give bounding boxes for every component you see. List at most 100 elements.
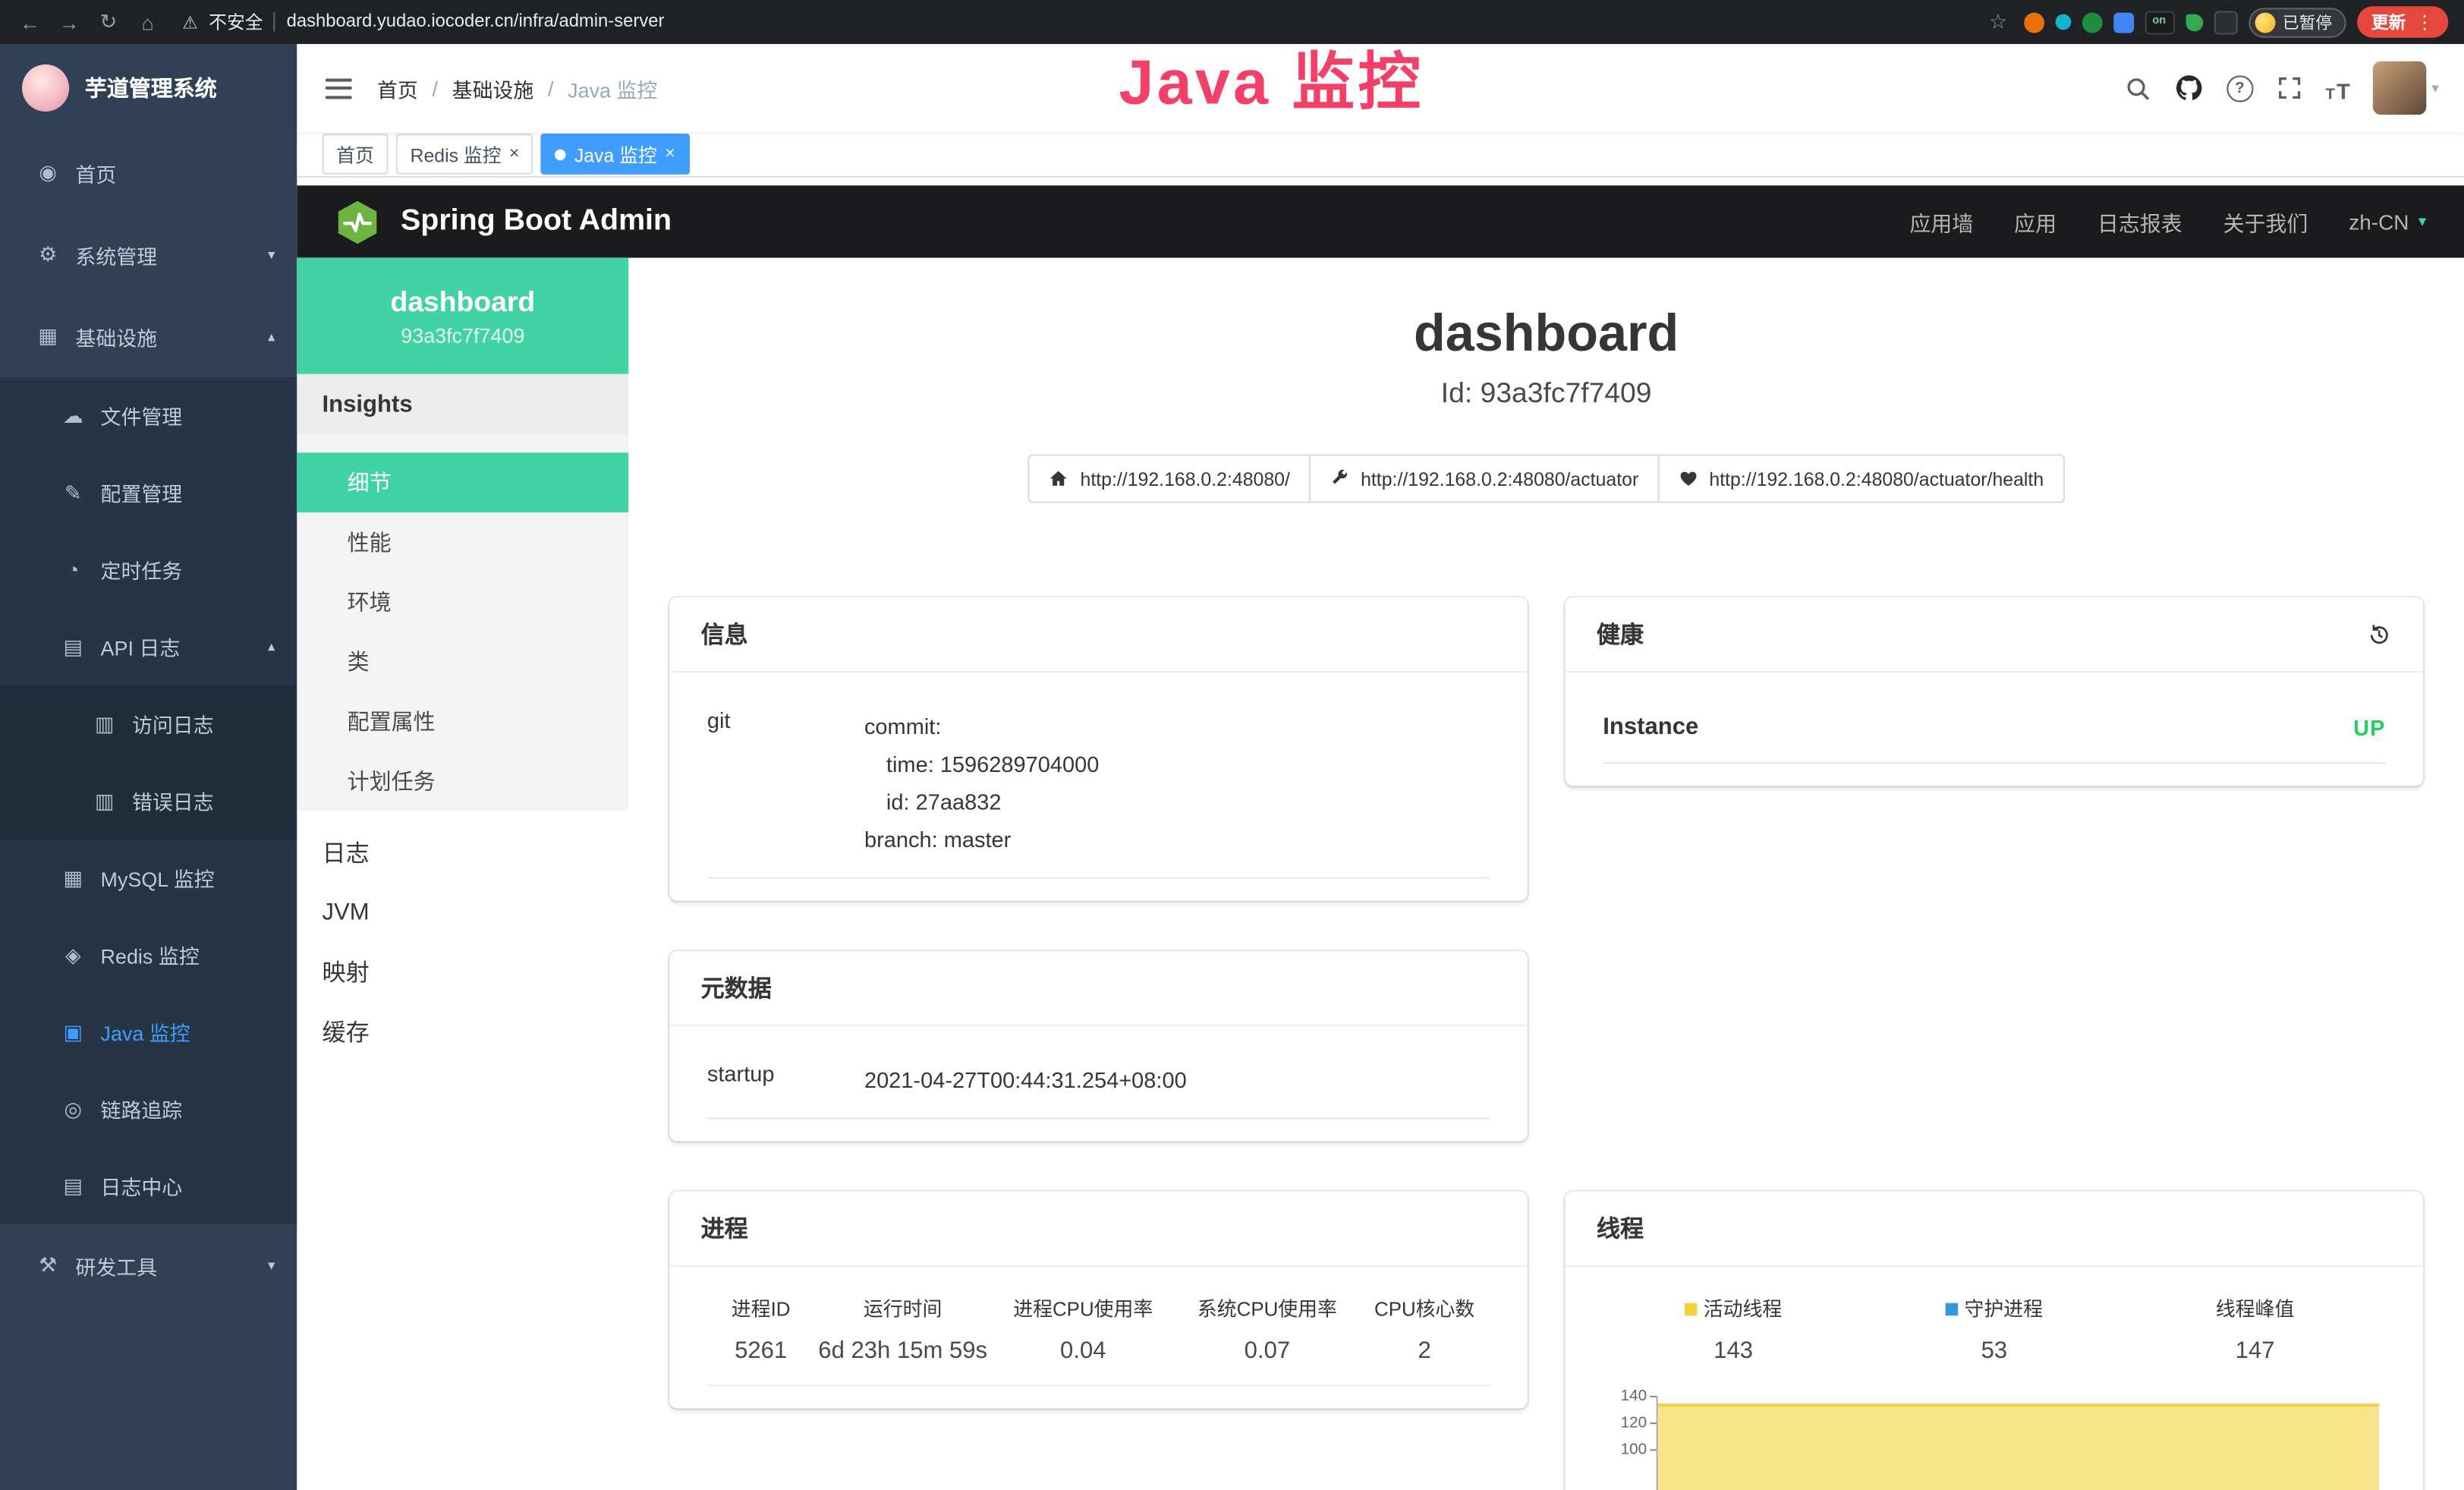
threads-chart: 140 120 100 bbox=[1603, 1383, 2385, 1490]
sidebar-item-home[interactable]: ◉ 首页 bbox=[0, 132, 297, 214]
sidebar-item-label: API 日志 bbox=[101, 632, 181, 661]
search-icon[interactable] bbox=[2124, 72, 2151, 103]
fullscreen-icon[interactable] bbox=[2277, 72, 2302, 103]
update-browser-button[interactable]: 更新 ⋮ bbox=[2357, 6, 2448, 37]
sidebar-item-api-logs[interactable]: ▤ API 日志 ▴ bbox=[0, 608, 297, 685]
process-col-uptime: 运行时间 6d 23h 15m 59s bbox=[814, 1292, 991, 1364]
sba-nav-applications[interactable]: 应用 bbox=[2014, 206, 2056, 237]
sidebar-item-dev-tools[interactable]: ⚒ 研发工具 ▾ bbox=[0, 1224, 297, 1306]
user-menu[interactable]: ▾ bbox=[2374, 61, 2439, 115]
column-header: CPU核心数 bbox=[1359, 1292, 1490, 1321]
back-icon[interactable]: ← bbox=[16, 10, 44, 33]
breadcrumb-home[interactable]: 首页 bbox=[377, 73, 418, 102]
gauge-icon: ◉ bbox=[35, 160, 61, 185]
instance-link-actuator[interactable]: http://192.168.0.2:48080/actuator bbox=[1309, 454, 1659, 502]
sidebar-item-label: 定时任务 bbox=[101, 555, 183, 584]
info-value: commit: time: 1596289704000 id: 27aa832 … bbox=[864, 707, 1099, 858]
locale-selector[interactable]: zh-CN ▾ bbox=[2349, 209, 2426, 233]
card-title: 信息 bbox=[701, 618, 748, 650]
sidebar-item-log-center[interactable]: ▤ 日志中心 bbox=[0, 1148, 297, 1224]
sidebar-item-access-logs[interactable]: ▥ 访问日志 bbox=[0, 685, 297, 762]
legend-text: 线程峰值 bbox=[2216, 1298, 2295, 1320]
metadata-card: 元数据 startup 2021-04-27T00:44:31.254+08:0… bbox=[669, 951, 1528, 1142]
sba-nav-wallboard[interactable]: 应用墙 bbox=[1909, 206, 1973, 237]
reload-icon[interactable]: ↻ bbox=[94, 9, 122, 34]
close-icon[interactable]: × bbox=[665, 145, 675, 164]
sidebar-item-details[interactable]: 细节 bbox=[297, 452, 628, 512]
tab-redis-monitor[interactable]: Redis 监控 × bbox=[396, 134, 533, 175]
app-title: 芋道管理系统 bbox=[85, 72, 217, 103]
tab-home[interactable]: 首页 bbox=[323, 134, 389, 175]
cell-value: 0.04 bbox=[991, 1337, 1175, 1364]
bookmark-star-icon[interactable]: ☆ bbox=[1984, 9, 2012, 34]
extension-icon-green[interactable] bbox=[2082, 12, 2102, 33]
insights-group: 细节 性能 环境 类 配置属性 计划任务 bbox=[297, 434, 628, 811]
tab-label: 首页 bbox=[336, 140, 374, 167]
extensions-puzzle-icon[interactable] bbox=[2214, 10, 2237, 33]
sidebar-item-configprops[interactable]: 配置属性 bbox=[297, 691, 628, 751]
extension-icon-orange[interactable] bbox=[2023, 12, 2044, 33]
update-label: 更新 bbox=[2371, 9, 2406, 34]
sba-brand-title[interactable]: Spring Boot Admin bbox=[401, 204, 672, 239]
sidebar-item-label: 配置管理 bbox=[101, 478, 183, 508]
sba-nav-about[interactable]: 关于我们 bbox=[2223, 206, 2308, 237]
sidebar-item-infrastructure[interactable]: ▦ 基础设施 ▴ bbox=[0, 295, 297, 377]
sidebar-item-jvm[interactable]: JVM bbox=[297, 882, 628, 942]
address-bar[interactable]: ⚠ 不安全 dashboard.yudao.iocoder.cn/infra/a… bbox=[182, 9, 1973, 34]
sidebar-item-scheduled-tasks[interactable]: ◔ 定时任务 bbox=[0, 531, 297, 608]
browser-home-icon[interactable]: ⌂ bbox=[134, 10, 162, 33]
layers-icon: ◈ bbox=[60, 942, 87, 967]
sidebar-item-config-management[interactable]: ✎ 配置管理 bbox=[0, 454, 297, 531]
close-icon[interactable]: × bbox=[509, 145, 519, 164]
sidebar-item-error-logs[interactable]: ▥ 错误日志 bbox=[0, 762, 297, 839]
extension-icon-teal[interactable] bbox=[2055, 14, 2071, 30]
sba-nav-journal[interactable]: 日志报表 bbox=[2097, 206, 2182, 237]
section-insights[interactable]: Insights bbox=[297, 374, 628, 434]
column-header: 系统CPU使用率 bbox=[1175, 1292, 1360, 1321]
sidebar-item-tracing[interactable]: ◎ 链路追踪 bbox=[0, 1070, 297, 1147]
app-logo[interactable]: 芋道管理系统 bbox=[0, 44, 297, 132]
sidebar-item-label: 错误日志 bbox=[132, 786, 214, 815]
help-icon[interactable]: ? bbox=[2226, 72, 2253, 103]
info-card-body: git commit: time: 1596289704000 id: 27aa… bbox=[669, 673, 1528, 900]
sidebar-item-label: 访问日志 bbox=[132, 709, 214, 739]
github-icon[interactable] bbox=[2175, 72, 2203, 103]
extensions-grid-icon[interactable] bbox=[2113, 12, 2133, 33]
sidebar-item-mysql-monitor[interactable]: ▦ MySQL 监控 bbox=[0, 840, 297, 916]
spring-boot-logo-icon bbox=[335, 199, 380, 244]
tab-java-monitor[interactable]: Java 监控 × bbox=[541, 134, 689, 175]
instance-link-health[interactable]: http://192.168.0.2:48080/actuator/health bbox=[1657, 454, 2064, 502]
sidebar-item-metrics[interactable]: 性能 bbox=[297, 512, 628, 572]
instance-header[interactable]: dashboard 93a3fc7f7409 bbox=[297, 258, 628, 374]
sidebar-item-redis-monitor[interactable]: ◈ Redis 监控 bbox=[0, 916, 297, 993]
extension-on-badge-icon[interactable]: on bbox=[2145, 10, 2174, 33]
sidebar-item-label: 日志中心 bbox=[101, 1171, 183, 1201]
chevron-down-icon: ▾ bbox=[268, 246, 275, 263]
sidebar-item-caches[interactable]: 缓存 bbox=[297, 1001, 628, 1061]
legend-col-peak: 线程峰值 147 bbox=[2125, 1292, 2386, 1364]
sidebar-item-classes[interactable]: 类 bbox=[297, 632, 628, 691]
screen: ← → ↻ ⌂ ⚠ 不安全 dashboard.yudao.iocoder.cn… bbox=[0, 0, 2464, 1490]
sidebar-item-loggers[interactable]: 日志 bbox=[297, 822, 628, 882]
caret-down-icon: ▾ bbox=[2418, 213, 2426, 231]
process-col-cores: CPU核心数 2 bbox=[1359, 1292, 1490, 1364]
sidebar-item-label: 链路追踪 bbox=[101, 1094, 183, 1123]
metadata-card-body: startup 2021-04-27T00:44:31.254+08:00 bbox=[669, 1026, 1528, 1141]
profile-paused-badge[interactable]: 已暂停 bbox=[2248, 7, 2346, 36]
font-size-icon[interactable]: TT bbox=[2325, 72, 2349, 103]
sidebar-item-scheduled[interactable]: 计划任务 bbox=[297, 751, 628, 811]
sidebar-item-system-management[interactable]: ⚙ 系统管理 ▾ bbox=[0, 214, 297, 296]
sidebar-item-mappings[interactable]: 映射 bbox=[297, 941, 628, 1001]
health-instance-row[interactable]: Instance UP bbox=[1603, 682, 2385, 764]
instance-link-home[interactable]: http://192.168.0.2:48080/ bbox=[1028, 454, 1311, 502]
forward-icon[interactable]: → bbox=[55, 10, 83, 33]
sidebar-item-file-management[interactable]: ☁ 文件管理 bbox=[0, 377, 297, 454]
hamburger-icon[interactable] bbox=[326, 78, 352, 99]
history-icon[interactable] bbox=[2367, 622, 2392, 647]
breadcrumb-infrastructure[interactable]: 基础设施 bbox=[452, 73, 534, 102]
legend-label: 线程峰值 bbox=[2125, 1292, 2386, 1321]
extension-icon-leaf[interactable] bbox=[2185, 14, 2202, 31]
sidebar-item-environment[interactable]: 环境 bbox=[297, 572, 628, 632]
sidebar-item-java-monitor[interactable]: ▣ Java 监控 bbox=[0, 994, 297, 1070]
metadata-card-header: 元数据 bbox=[669, 951, 1528, 1026]
